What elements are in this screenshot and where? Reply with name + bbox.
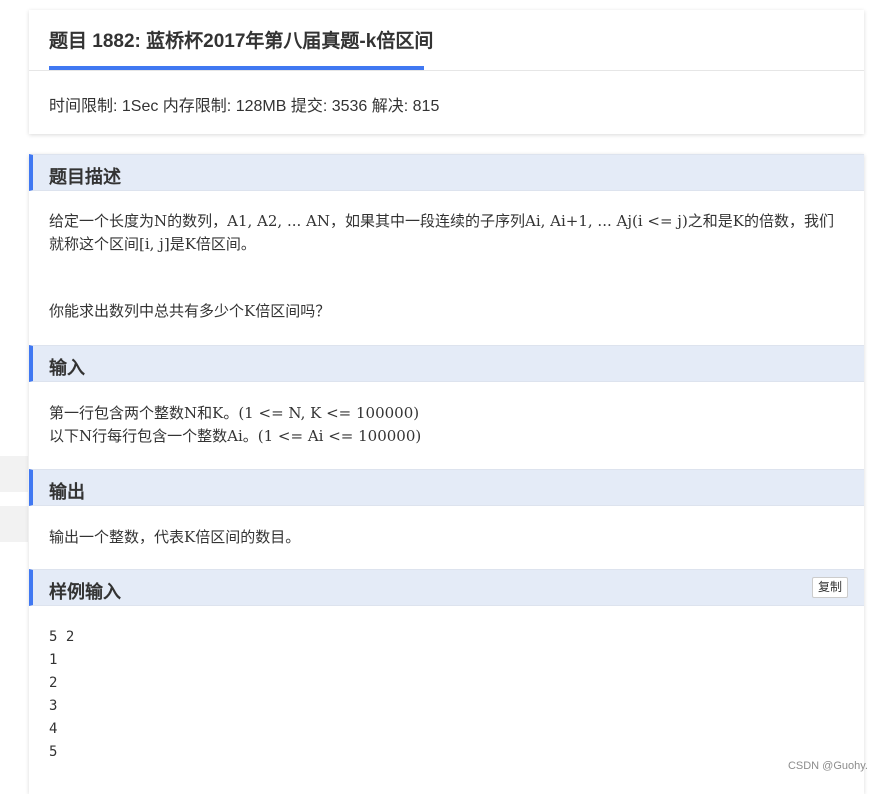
left-edge-strip-2 <box>0 506 28 542</box>
sample-input-line-4: 3 <box>49 695 74 718</box>
sample-input-line-1: 5 2 <box>49 626 74 649</box>
sample-input-line-2: 1 <box>49 649 74 672</box>
input-line-2: 以下N行每行包含一个整数Ai。(1 <= Ai <= 100000) <box>49 425 844 448</box>
copy-sample-input-button[interactable]: 复制 <box>812 577 848 598</box>
description-paragraph-1: 给定一个长度为N的数列，A1, A2, ... AN，如果其中一段连续的子序列A… <box>49 210 844 256</box>
section-header-output: 输出 <box>29 469 864 506</box>
title-underline <box>49 66 424 70</box>
csdn-watermark: CSDN @Guohy. <box>788 760 868 772</box>
sample-input-line-3: 2 <box>49 672 74 695</box>
output-text: 输出一个整数，代表K倍区间的数目。 <box>49 526 844 549</box>
problem-stats: 时间限制: 1Sec 内存限制: 128MB 提交: 3536 解决: 815 <box>49 92 439 116</box>
section-header-input: 输入 <box>29 345 864 382</box>
sample-input-line-6: 5 <box>49 741 74 764</box>
section-header-description: 题目描述 <box>29 154 864 191</box>
description-body: 给定一个长度为N的数列，A1, A2, ... AN，如果其中一段连续的子序列A… <box>49 210 844 323</box>
problem-title: 题目 1882: 蓝桥杯2017年第八届真题-k倍区间 <box>49 26 433 53</box>
section-title-sample-input: 样例输入 <box>49 578 121 604</box>
problem-content-card: 题目描述 给定一个长度为N的数列，A1, A2, ... AN，如果其中一段连续… <box>29 154 864 794</box>
section-header-sample-input: 样例输入 复制 <box>29 569 864 606</box>
sample-input-code: 5 2 1 2 3 4 5 <box>49 626 74 764</box>
input-body: 第一行包含两个整数N和K。(1 <= N, K <= 100000) 以下N行每… <box>49 402 844 448</box>
output-body: 输出一个整数，代表K倍区间的数目。 <box>49 526 844 549</box>
section-title-output: 输出 <box>49 478 85 504</box>
section-title-input: 输入 <box>49 354 85 380</box>
left-edge-strip-1 <box>0 456 28 492</box>
section-title-description: 题目描述 <box>49 163 121 189</box>
input-line-1: 第一行包含两个整数N和K。(1 <= N, K <= 100000) <box>49 402 844 425</box>
problem-header-card: 题目 1882: 蓝桥杯2017年第八届真题-k倍区间 时间限制: 1Sec 内… <box>29 10 864 134</box>
description-paragraph-2: 你能求出数列中总共有多少个K倍区间吗？ <box>49 300 844 323</box>
sample-input-line-5: 4 <box>49 718 74 741</box>
header-divider <box>29 70 864 71</box>
